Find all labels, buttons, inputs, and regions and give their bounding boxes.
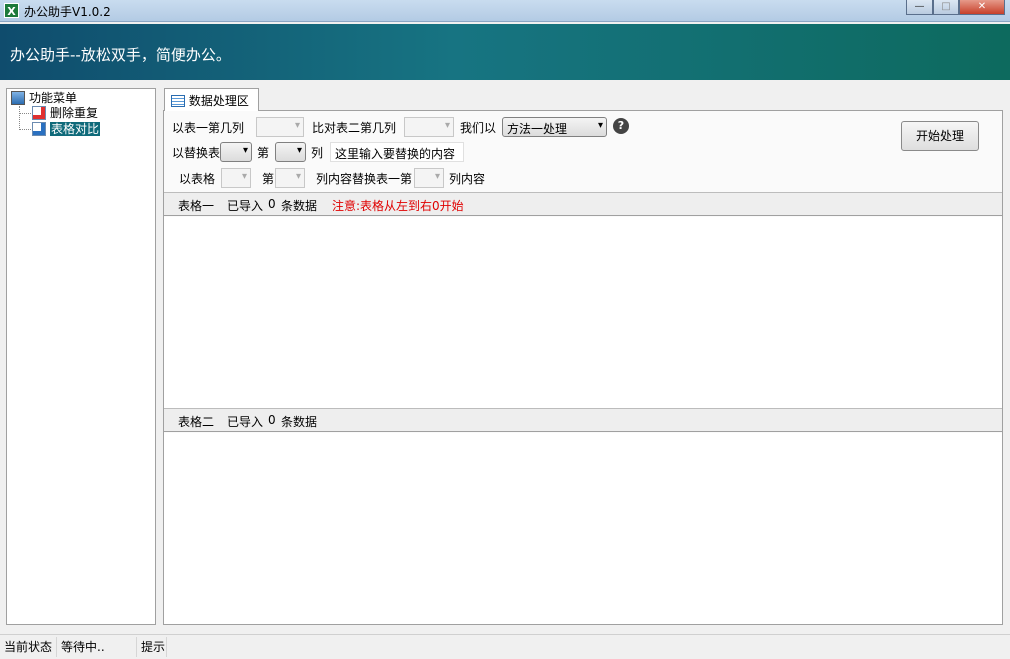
function-menu-tree: 功能菜单 删除重复 表格对比 (6, 88, 156, 625)
title-bar: X 办公助手V1.0.2 — □ ✕ (0, 0, 1010, 22)
maximize-button[interactable]: □ (933, 0, 959, 15)
help-icon[interactable]: ? (613, 118, 629, 134)
banner-slogan: 办公助手--放松双手，简便办公。 (10, 46, 231, 64)
table1-imported-label: 已导入 (227, 199, 264, 213)
method-select[interactable]: 方法一处理 (502, 117, 607, 137)
list-icon (171, 95, 185, 107)
table2-imported-label: 已导入 (227, 415, 264, 429)
table2-name: 表格二 (178, 415, 215, 429)
tree-item-table-compare[interactable]: 表格对比 (32, 121, 101, 137)
tree-root[interactable]: 功能菜单 (11, 90, 77, 106)
tree-item-label: 删除重复 (50, 106, 99, 120)
method-label: 我们以 (460, 121, 497, 135)
table1-unit: 条数据 (281, 199, 318, 213)
table2-column-select[interactable] (404, 117, 454, 137)
table1-name: 表格一 (178, 199, 215, 213)
by-table-label: 以表格 (179, 172, 216, 186)
table2-grid[interactable] (164, 433, 1002, 624)
replace-into-label: 列内容替换表一第 (316, 172, 413, 186)
status-label: 当前状态 (0, 637, 57, 657)
start-processing-button[interactable]: 开始处理 (901, 121, 979, 151)
computer-icon (11, 91, 25, 105)
di-label-2: 第 (262, 172, 275, 186)
document-delete-icon (32, 106, 46, 120)
table2-column-label: 比对表二第几列 (312, 121, 397, 135)
column-content-label: 列内容 (449, 172, 486, 186)
source-table-select[interactable] (221, 168, 251, 188)
close-button[interactable]: ✕ (959, 0, 1005, 15)
banner: 办公助手--放松双手，简便办公。 (0, 24, 1010, 80)
table1-count: 0 (268, 197, 276, 211)
data-processing-panel: 以表一第几列 比对表二第几列 我们以 方法一处理 ? 开始处理 以替换表 第 列… (163, 110, 1003, 625)
table1-notice: 注意:表格从左到右0开始 (332, 199, 464, 213)
di-label: 第 (257, 146, 270, 160)
excel-app-icon: X (4, 3, 19, 18)
tab-data-processing[interactable]: 数据处理区 (164, 88, 259, 111)
tree-item-delete-duplicates[interactable]: 删除重复 (32, 105, 98, 121)
status-value: 等待中.. (57, 637, 137, 657)
tab-label: 数据处理区 (188, 94, 249, 108)
status-hint: 提示 (137, 637, 167, 657)
replace-table-select[interactable] (220, 142, 252, 162)
table1-header: 表格一 已导入 0 条数据 注意:表格从左到右0开始 (164, 192, 1002, 216)
table1-column-select[interactable] (256, 117, 304, 137)
table2-count: 0 (268, 413, 276, 427)
tree-root-label: 功能菜单 (29, 91, 78, 105)
table2-header: 表格二 已导入 0 条数据 (164, 408, 1002, 432)
table2-unit: 条数据 (281, 415, 318, 429)
window-title: 办公助手V1.0.2 (24, 5, 111, 19)
status-bar: 当前状态 等待中.. 提示 (0, 634, 1010, 659)
table1-column-label: 以表一第几列 (172, 121, 245, 135)
column-label: 列 (311, 146, 324, 160)
method-value: 方法一处理 (507, 122, 568, 136)
replace-column-select[interactable] (275, 142, 306, 162)
document-compare-icon (32, 122, 46, 136)
source-column-select[interactable] (275, 168, 305, 188)
replace-table-label: 以替换表 (172, 146, 221, 160)
replace-content-input[interactable]: 这里输入要替换的内容 (330, 142, 464, 162)
target-column-select[interactable] (414, 168, 444, 188)
minimize-button[interactable]: — (906, 0, 933, 15)
tree-item-label: 表格对比 (50, 122, 101, 136)
table1-grid[interactable] (164, 217, 1002, 408)
